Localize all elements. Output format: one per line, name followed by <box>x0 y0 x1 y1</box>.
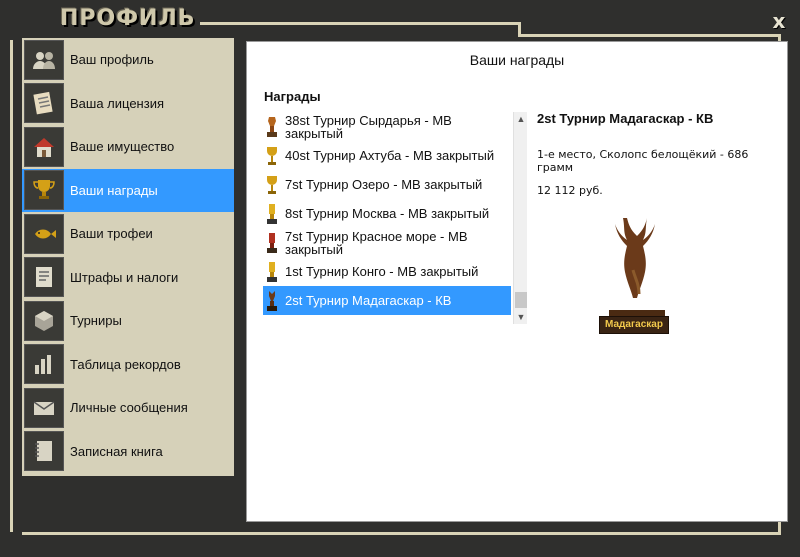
award-label: 7st Турнир Красное море - МВ закрытый <box>285 228 468 257</box>
award-detail-prize: 12 112 руб. <box>537 184 603 197</box>
sidebar-item-label: Ваше имущество <box>70 139 175 155</box>
scroll-down-icon[interactable]: ▼ <box>514 310 528 324</box>
sidebar-item-profile[interactable]: Ваш профиль <box>22 38 234 82</box>
sidebar-item-label: Штрафы и налоги <box>70 269 179 285</box>
frame-line-top <box>200 22 520 25</box>
sidebar-item-label: Личные сообщения <box>70 400 188 416</box>
sidebar-item-awards[interactable]: Ваши награды <box>22 168 234 212</box>
award-label: 1st Турнир Конго - МВ закрытый <box>285 264 479 279</box>
window-title: ПРОФИЛЬ <box>60 6 196 31</box>
sidebar-item-records[interactable]: Таблица рекордов <box>22 343 234 387</box>
gold-cup-trophy-icon <box>267 175 277 194</box>
sidebar-item-property[interactable]: Ваше имущество <box>22 125 234 169</box>
gold-trophy-icon <box>267 203 277 224</box>
sidebar-item-tournaments[interactable]: Турниры <box>22 299 234 343</box>
sidebar-item-label: Ваш профиль <box>70 52 154 68</box>
award-label: 40st Турнир Ахтуба - МВ закрытый <box>285 148 495 163</box>
award-label: 38st Турнир Сырдарья - МВ закрытый <box>285 112 452 141</box>
license-icon <box>24 83 64 124</box>
sidebar-item-label: Ваша лицензия <box>70 95 164 111</box>
sidebar-item-notebook[interactable]: Записная книга <box>22 430 234 474</box>
house-icon <box>24 126 64 167</box>
awards-list[interactable]: 38st Турнир Сырдарья - МВ закрытый 40st … <box>263 112 527 324</box>
sidebar: Ваш профиль Ваша лицензия Ваше имущество… <box>22 38 234 476</box>
sidebar-item-label: Ваши трофеи <box>70 226 153 242</box>
award-label: 8st Турнир Москва - МВ закрытый <box>285 206 490 221</box>
award-row[interactable]: 1st Турнир Конго - МВ закрытый <box>263 257 511 286</box>
sidebar-item-label: Таблица рекордов <box>70 356 181 372</box>
award-row[interactable]: 40st Турнир Ахтуба - МВ закрытый <box>263 141 511 170</box>
sidebar-item-label: Турниры <box>70 313 122 329</box>
gold-cup-trophy-icon <box>267 146 277 165</box>
fines-icon <box>24 257 64 298</box>
trophy-icon <box>24 170 64 211</box>
sidebar-item-trophies[interactable]: Ваши трофеи <box>22 212 234 256</box>
sidebar-item-license[interactable]: Ваша лицензия <box>22 82 234 126</box>
award-detail-description: 1-е место, Сколопс белощёкий - 686 грамм <box>537 148 749 174</box>
award-row[interactable]: 7st Турнир Озеро - МВ закрытый <box>263 170 511 199</box>
frame-line-mid <box>518 34 780 37</box>
panel-title: Ваши награды <box>469 52 565 68</box>
notebook-icon <box>24 431 64 472</box>
gold-trophy-icon <box>267 261 277 282</box>
award-detail-title: 2st Турнир Мадагаскар - КВ <box>537 111 714 126</box>
envelope-icon <box>24 387 64 428</box>
fish-icon <box>24 213 64 254</box>
awards-panel: Ваши награды Награды 38st Турнир Сырдарь… <box>246 41 788 522</box>
bronze-trophy-icon <box>267 116 277 137</box>
award-row[interactable]: 8st Турнир Москва - МВ закрытый <box>263 199 511 228</box>
awards-list-heading: Награды <box>264 89 321 104</box>
scroll-up-icon[interactable]: ▲ <box>514 112 528 126</box>
sidebar-item-label: Ваши награды <box>70 182 158 198</box>
tournament-icon <box>24 300 64 341</box>
awards-list-items: 38st Турнир Сырдарья - МВ закрытый 40st … <box>263 112 511 324</box>
scroll-thumb[interactable] <box>515 292 527 308</box>
frame-line-left <box>10 40 13 532</box>
award-row-selected[interactable]: 2st Турнир Мадагаскар - КВ <box>263 286 511 315</box>
award-label: 7st Турнир Озеро - МВ закрытый <box>285 177 483 192</box>
sidebar-item-messages[interactable]: Личные сообщения <box>22 386 234 430</box>
sidebar-item-fines[interactable]: Штрафы и налоги <box>22 256 234 300</box>
wood-trophy-icon <box>267 290 277 311</box>
sidebar-item-label: Записная книга <box>70 443 163 459</box>
award-label: 2st Турнир Мадагаскар - КВ <box>285 293 452 308</box>
frame-line-bottom <box>22 532 781 535</box>
users-icon <box>24 39 64 80</box>
close-button[interactable]: x <box>768 10 790 32</box>
red-trophy-icon <box>267 232 277 253</box>
awards-list-scrollbar[interactable]: ▲ ▼ <box>513 112 527 324</box>
award-row[interactable]: 38st Турнир Сырдарья - МВ закрытый <box>263 112 511 141</box>
award-row[interactable]: 7st Турнир Красное море - МВ закрытый <box>263 228 511 257</box>
trophy-plaque: Мадагаскар <box>599 316 669 334</box>
chart-icon <box>24 344 64 385</box>
